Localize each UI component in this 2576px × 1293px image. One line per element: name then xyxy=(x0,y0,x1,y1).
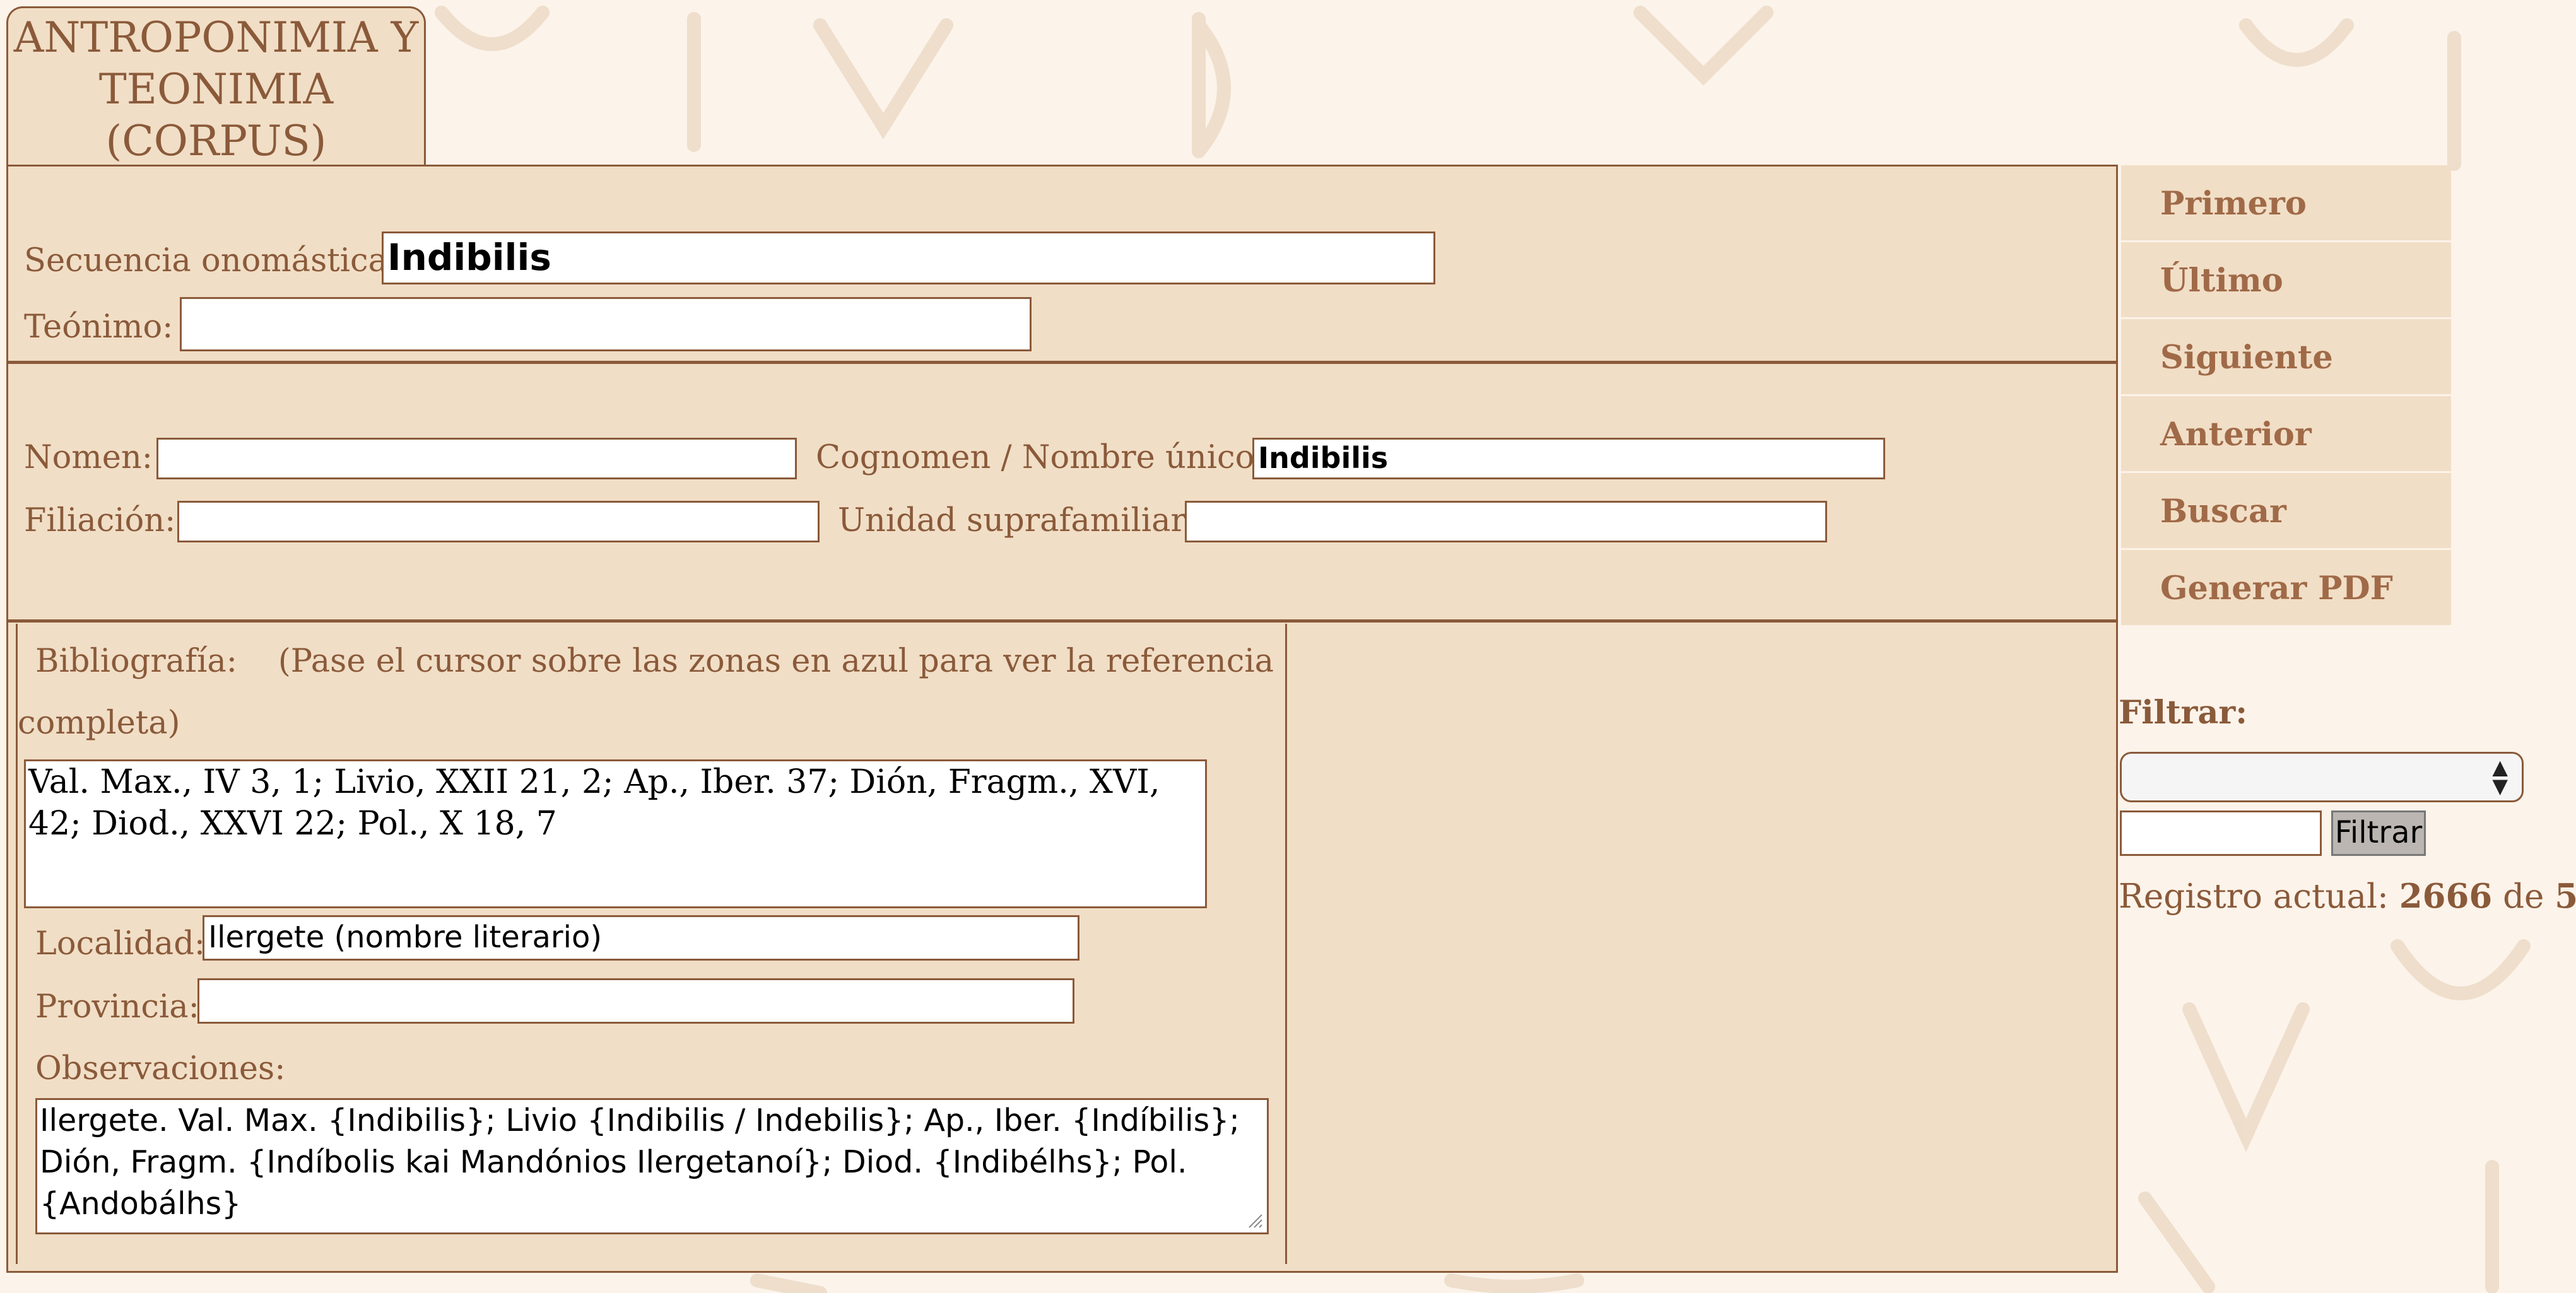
nav-primero-button[interactable]: Primero xyxy=(2121,165,2451,242)
record-form-panel: Secuencia onomástica: Indibilis Teónimo:… xyxy=(6,165,2118,1273)
secuencia-input[interactable]: Indibilis xyxy=(382,231,1435,284)
provincia-input[interactable] xyxy=(197,978,1074,1024)
nomen-label: Nomen: xyxy=(24,439,153,476)
record-de: de xyxy=(2503,877,2544,916)
bibliografia-section: Bibliografía: (Pase el cursor sobre las … xyxy=(16,624,1287,1264)
observaciones-label: Observaciones: xyxy=(35,1050,286,1087)
filiacion-label: Filiación: xyxy=(24,502,176,539)
record-counter: Registro actual: 2666 de 584 xyxy=(2119,877,2576,916)
teonimo-label: Teónimo: xyxy=(24,308,173,346)
nomen-input[interactable] xyxy=(156,438,797,479)
filter-button[interactable]: Filtrar xyxy=(2331,810,2426,856)
record-counter-label: Registro actual: xyxy=(2119,877,2389,916)
cognomen-input[interactable]: Indibilis xyxy=(1252,438,1885,479)
tab-title-line1: ANTROPONIMIA Y xyxy=(13,13,419,62)
tab-title-line2: TEONIMIA xyxy=(98,65,334,114)
filter-label: Filtrar: xyxy=(2119,694,2248,732)
nav-generar-pdf-button[interactable]: Generar PDF xyxy=(2121,550,2451,627)
bibliografia-label: Bibliografía: (Pase el cursor sobre las … xyxy=(35,643,1274,680)
section-divider xyxy=(8,619,2116,623)
bibliografia-hint: (Pase el cursor sobre las zonas en azul … xyxy=(278,643,1274,680)
section-divider xyxy=(8,361,2116,364)
provincia-label: Provincia: xyxy=(35,988,199,1026)
record-nav-menu: Primero Último Siguiente Anterior Buscar… xyxy=(2121,165,2451,627)
observaciones-text: Ilergete. Val. Max. {Indibilis}; Livio {… xyxy=(40,1103,1240,1222)
localidad-input[interactable]: Ilergete (nombre literario) xyxy=(203,915,1079,961)
tab-title-line3: (CORPUS) xyxy=(105,117,327,165)
filter-field-select[interactable]: ▲ ▼ xyxy=(2120,752,2524,802)
resize-grip-icon[interactable] xyxy=(1247,1212,1263,1229)
bibliografia-textarea[interactable]: Val. Max., IV 3, 1; Livio, XXII 21, 2; A… xyxy=(24,759,1207,908)
record-current: 2666 xyxy=(2399,877,2493,916)
bibliografia-hint-cont: completa) xyxy=(18,705,180,742)
select-updown-icon: ▲ ▼ xyxy=(2492,755,2508,798)
localidad-label: Localidad: xyxy=(35,925,206,962)
nav-ultimo-button[interactable]: Último xyxy=(2121,242,2451,319)
section-tab: ANTROPONIMIA Y TEONIMIA (CORPUS) xyxy=(6,6,426,167)
cognomen-label: Cognomen / Nombre único: xyxy=(816,439,1266,476)
secuencia-label: Secuencia onomástica: xyxy=(24,242,399,279)
nav-siguiente-button[interactable]: Siguiente xyxy=(2121,319,2451,396)
filiacion-input[interactable] xyxy=(177,501,820,542)
observaciones-textarea[interactable]: Ilergete. Val. Max. {Indibilis}; Livio {… xyxy=(35,1098,1269,1234)
nav-anterior-button[interactable]: Anterior xyxy=(2121,396,2451,473)
nav-buscar-button[interactable]: Buscar xyxy=(2121,473,2451,550)
unidad-input[interactable] xyxy=(1185,501,1827,542)
unidad-label: Unidad suprafamiliar: xyxy=(838,502,1197,539)
teonimo-input[interactable] xyxy=(180,297,1032,351)
filter-text-input[interactable] xyxy=(2120,810,2322,856)
record-total: 584 xyxy=(2555,877,2576,916)
